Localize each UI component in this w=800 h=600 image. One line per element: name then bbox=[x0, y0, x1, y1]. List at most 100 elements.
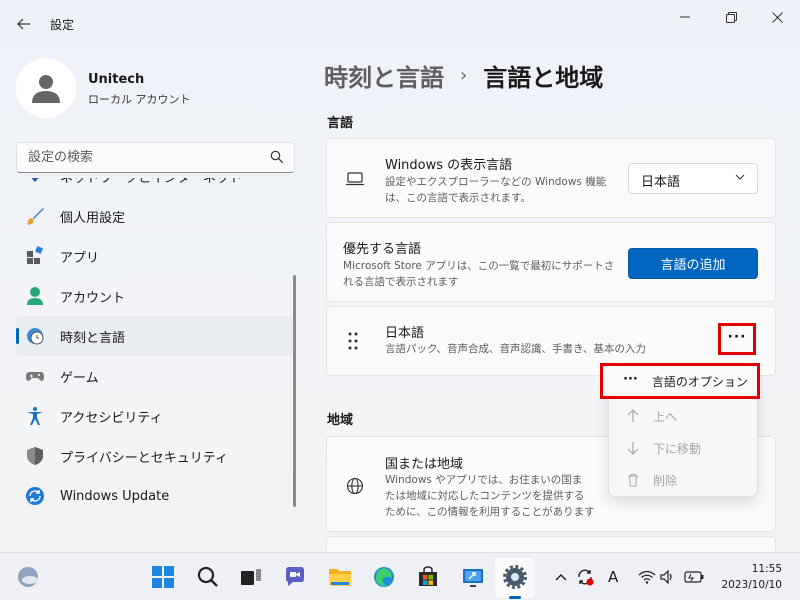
edge-icon bbox=[374, 567, 394, 587]
weather-icon bbox=[18, 567, 38, 587]
remote-desktop-button[interactable] bbox=[459, 563, 487, 591]
clock-time: 11:55 bbox=[751, 563, 782, 575]
brush-icon bbox=[24, 205, 46, 227]
menu-item-move-up[interactable]: 上へ bbox=[617, 401, 751, 431]
search-icon[interactable] bbox=[270, 150, 284, 164]
display-language-dropdown[interactable]: 日本語 bbox=[628, 163, 758, 194]
close-button[interactable] bbox=[754, 6, 800, 28]
sidebar-item-apps[interactable]: アプリ bbox=[16, 236, 294, 276]
gaming-icon bbox=[24, 365, 46, 387]
account-icon bbox=[24, 285, 46, 307]
user-profile[interactable]: Unitech ローカル アカウント bbox=[16, 58, 296, 118]
back-button[interactable] bbox=[10, 10, 38, 38]
active-indicator bbox=[16, 328, 19, 344]
language-section-title: 言語 bbox=[327, 116, 354, 131]
minimize-button[interactable] bbox=[662, 6, 708, 28]
folder-icon bbox=[329, 569, 351, 586]
menu-item-remove[interactable]: 削除 bbox=[617, 465, 751, 495]
country-region-desc-2: たは地域に対応したコンテンツを提供する bbox=[385, 490, 585, 502]
remote-desktop-icon bbox=[463, 569, 483, 587]
account-type: ローカル アカウント bbox=[88, 93, 191, 106]
next-card bbox=[326, 536, 776, 552]
preferred-languages-title: 優先する言語 bbox=[343, 242, 422, 257]
sidebar-item-label: ゲーム bbox=[60, 370, 99, 386]
network-status-button[interactable] bbox=[638, 567, 656, 587]
breadcrumb-separator: › bbox=[460, 65, 468, 86]
drag-handle-icon[interactable] bbox=[348, 332, 358, 350]
breadcrumb-parent[interactable]: 時刻と言語 bbox=[324, 58, 444, 93]
ime-mode-indicator[interactable]: A bbox=[608, 567, 618, 587]
settings-app-button[interactable] bbox=[501, 563, 529, 591]
sync-error-icon bbox=[578, 569, 594, 586]
display-language-card: Windows の表示言語 設定やエクスプローラーなどの Windows 機能 … bbox=[326, 138, 776, 218]
arrow-up-icon bbox=[625, 409, 641, 423]
breadcrumb: 時刻と言語 › 言語と地域 bbox=[324, 58, 603, 93]
more-options-button[interactable]: ··· bbox=[718, 323, 756, 355]
minimize-icon bbox=[680, 16, 690, 18]
taskbar-search-button[interactable] bbox=[194, 563, 222, 591]
task-view-icon bbox=[241, 569, 261, 585]
search-input[interactable] bbox=[17, 143, 257, 172]
user-avatar-icon bbox=[32, 75, 60, 103]
preferred-languages-card: 優先する言語 Microsoft Store アプリは、この一覧で最初にサポート… bbox=[326, 222, 776, 302]
windows-logo-icon bbox=[152, 566, 174, 588]
sidebar-item-accessibility[interactable]: アクセシビリティ bbox=[16, 396, 294, 436]
sidebar-item-label: プライバシーとセキュリティ bbox=[60, 450, 228, 466]
menu-item-move-down[interactable]: 下に移動 bbox=[617, 433, 751, 463]
title-bar: 設定 bbox=[0, 0, 800, 46]
battery-icon bbox=[684, 571, 704, 583]
display-language-desc-1: 設定やエクスプローラーなどの Windows 機能 bbox=[385, 176, 607, 188]
volume-button[interactable] bbox=[660, 567, 676, 587]
store-icon bbox=[419, 566, 437, 586]
page-title: 言語と地域 bbox=[483, 64, 604, 92]
sidebar-item-accounts[interactable]: アカウント bbox=[16, 276, 294, 316]
wifi-icon bbox=[638, 570, 656, 584]
search-icon bbox=[197, 566, 218, 587]
settings-window: 設定 Unitech ローカル アカウント ネットワークとインターネット bbox=[0, 0, 800, 552]
clock-date: 2023/10/10 bbox=[721, 579, 782, 591]
app-title: 設定 bbox=[50, 18, 75, 32]
start-button[interactable] bbox=[149, 563, 177, 591]
teams-chat-button[interactable] bbox=[281, 563, 309, 591]
sidebar-item-label: アプリ bbox=[60, 250, 100, 266]
gear-icon bbox=[503, 565, 527, 589]
apps-icon bbox=[24, 245, 46, 267]
sidebar-item-label: アクセシビリティ bbox=[60, 410, 163, 426]
task-view-button[interactable] bbox=[237, 563, 265, 591]
chat-icon bbox=[286, 567, 304, 586]
more-icon: ··· bbox=[727, 329, 747, 345]
battery-button[interactable] bbox=[684, 567, 704, 587]
sidebar-item-windows-update[interactable]: Windows Update bbox=[16, 476, 294, 516]
avatar bbox=[16, 58, 76, 118]
widgets-button[interactable] bbox=[16, 565, 40, 589]
show-hidden-icons-button[interactable] bbox=[555, 567, 567, 587]
back-arrow-icon bbox=[17, 18, 30, 30]
chevron-down-icon bbox=[735, 174, 745, 180]
add-language-button[interactable]: 言語の追加 bbox=[628, 248, 758, 279]
time-language-icon bbox=[24, 325, 46, 347]
sidebar-item-label: 時刻と言語 bbox=[60, 330, 126, 346]
sidebar-item-label: 個人用設定 bbox=[60, 210, 126, 226]
region-section-title: 地域 bbox=[327, 413, 354, 428]
globe-icon bbox=[346, 477, 364, 495]
menu-item-language-options[interactable]: ··· 言語のオプション bbox=[600, 363, 760, 399]
file-explorer-button[interactable] bbox=[326, 563, 354, 591]
active-app-indicator bbox=[509, 596, 521, 599]
trash-icon bbox=[625, 473, 641, 487]
sidebar-item-gaming[interactable]: ゲーム bbox=[16, 356, 294, 396]
sidebar-scrollbar[interactable] bbox=[293, 275, 296, 507]
clock[interactable]: 11:55 2023/10/10 bbox=[721, 561, 782, 593]
sidebar-nav: ネットワークとインターネット 個人用設定 アプリ アカウント 時刻と言語 ゲーム… bbox=[16, 178, 294, 516]
menu-item-label: 削除 bbox=[653, 473, 678, 488]
sync-status-button[interactable] bbox=[576, 567, 594, 587]
more-icon: ··· bbox=[623, 371, 638, 387]
preferred-languages-desc-1: Microsoft Store アプリは、この一覧で最初にサポートさ bbox=[343, 260, 615, 272]
sidebar-item-privacy[interactable]: プライバシーとセキュリティ bbox=[16, 436, 294, 476]
sidebar-item-personalization[interactable]: 個人用設定 bbox=[16, 196, 294, 236]
display-language-value: 日本語 bbox=[641, 175, 681, 190]
maximize-button[interactable] bbox=[708, 6, 754, 28]
sidebar-item-time-language[interactable]: 時刻と言語 bbox=[16, 316, 294, 356]
edge-button[interactable] bbox=[370, 563, 398, 591]
user-name: Unitech bbox=[88, 72, 145, 87]
store-button[interactable] bbox=[414, 563, 442, 591]
